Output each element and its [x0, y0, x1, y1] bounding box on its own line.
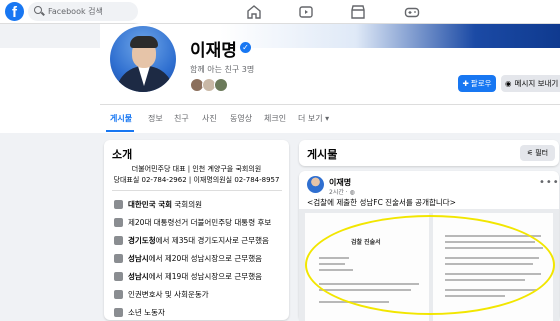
intro-item-link[interactable]: 경기도청: [128, 236, 156, 245]
bio-line: 더불어민주당 대표 | 인천 계양구을 국회의원: [131, 165, 262, 173]
message-button[interactable]: ◉ 메시지 보내기: [501, 75, 560, 92]
home-icon[interactable]: [246, 4, 262, 20]
work-icon: [114, 272, 123, 281]
intro-title: 소개: [112, 148, 133, 161]
post-timestamp[interactable]: 2시간 · ◍: [329, 187, 355, 196]
mutual-friend-avatar[interactable]: [214, 78, 228, 92]
intro-item-text: 인권변호사 및 사회운동가: [128, 290, 209, 299]
post-text: <검찰에 제출한 성남FC 진술서를 공개합니다>: [307, 198, 456, 207]
post-time-text: 2시간 ·: [329, 189, 350, 196]
profile-tabs: 게시물 정보 친구 사진 동영상 체크인 더 보기 ▾: [100, 105, 560, 133]
posts-title: 게시물: [307, 148, 338, 161]
tab-friends[interactable]: 친구: [174, 113, 189, 124]
intro-item: 제20대 대통령선거 더불어민주당 대통령 후보: [114, 217, 271, 228]
facebook-logo[interactable]: f: [5, 2, 24, 21]
intro-item-text: 에서 제19대 성남시장으로 근무했음: [148, 272, 262, 281]
tab-posts[interactable]: 게시물: [110, 113, 132, 124]
intro-item: 성남시에서 제19대 성남시장으로 근무했음: [114, 271, 262, 282]
post-image[interactable]: 검찰 진술서: [299, 209, 559, 321]
follow-button[interactable]: ✚ 팔로우: [458, 75, 496, 92]
intro-item-text: 에서 제35대 경기도지사로 근무했음: [155, 236, 269, 245]
intro-item: 인권변호사 및 사회운동가: [114, 289, 209, 300]
profile-name: 이재명: [190, 41, 237, 61]
filter-icon: ⚟: [526, 149, 534, 157]
work-icon: [114, 254, 123, 263]
tab-videos[interactable]: 동영상: [230, 113, 252, 124]
search-icon: [34, 6, 42, 14]
work-icon: [114, 290, 123, 299]
work-icon: [114, 308, 123, 317]
intro-item-text: 국회의원: [172, 200, 202, 209]
gaming-icon[interactable]: [404, 4, 420, 20]
top-navigation-bar: f Facebook 검색: [0, 0, 560, 24]
watch-icon[interactable]: [298, 4, 314, 20]
filter-button[interactable]: ⚟ 필터: [520, 145, 555, 161]
intro-item-text: 소년 노동자: [128, 308, 165, 317]
profile-avatar[interactable]: [107, 23, 179, 95]
post-author-avatar[interactable]: [307, 176, 324, 193]
messenger-icon: ◉: [505, 79, 512, 88]
verified-badge-icon: ✓: [240, 42, 251, 53]
follow-icon: ✚: [462, 79, 469, 88]
work-icon: [114, 218, 123, 227]
search-placeholder: Facebook 검색: [48, 7, 103, 16]
marketplace-icon[interactable]: [350, 4, 366, 20]
bio-line: 당대표실 02-784-2962 | 이재명의원실 02-784-8957: [113, 176, 280, 184]
intro-item-link[interactable]: 성남시: [128, 254, 149, 263]
mutual-friends-link[interactable]: 함께 아는 친구 3명: [190, 64, 254, 75]
work-icon: [114, 200, 123, 209]
active-tab-indicator: [106, 130, 134, 132]
post-card: 이재명 2시간 · ◍ ••• <검찰에 제출한 성남FC 진술서를 공개합니다…: [299, 171, 559, 321]
intro-divider: [112, 190, 282, 191]
intro-item: 대한민국 국회 국회의원: [114, 199, 202, 210]
tab-more[interactable]: 더 보기 ▾: [298, 113, 329, 124]
intro-card: 소개 더불어민주당 대표 | 인천 계양구을 국회의원 당대표실 02-784-…: [104, 140, 289, 320]
message-label: 메시지 보내기: [514, 79, 559, 88]
tab-about[interactable]: 정보: [148, 113, 163, 124]
intro-item: 경기도청에서 제35대 경기도지사로 근무했음: [114, 235, 269, 246]
follow-label: 팔로우: [470, 79, 492, 88]
intro-item-link[interactable]: 성남시: [128, 272, 149, 281]
intro-item: 소년 노동자: [114, 307, 165, 318]
work-icon: [114, 236, 123, 245]
public-globe-icon: ◍: [349, 189, 355, 196]
filter-label: 필터: [535, 149, 549, 157]
intro-item-text: 제20대 대통령선거 더불어민주당 대통령 후보: [128, 218, 272, 227]
intro-item-text: 에서 제20대 성남시장으로 근무했음: [148, 254, 262, 263]
intro-item: 성남시에서 제20대 성남시장으로 근무했음: [114, 253, 262, 264]
intro-bio: 더불어민주당 대표 | 인천 계양구을 국회의원 당대표실 02-784-296…: [104, 164, 289, 186]
highlight-ellipse: [305, 215, 555, 315]
tab-photos[interactable]: 사진: [202, 113, 217, 124]
post-options-icon[interactable]: •••: [539, 177, 560, 188]
search-input[interactable]: Facebook 검색: [28, 2, 138, 21]
posts-header-card: 게시물 ⚟ 필터: [299, 140, 559, 166]
tab-checkins[interactable]: 체크인: [264, 113, 286, 124]
intro-item-link[interactable]: 대한민국 국회: [128, 200, 172, 209]
